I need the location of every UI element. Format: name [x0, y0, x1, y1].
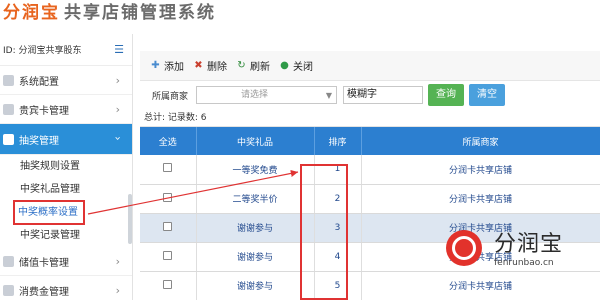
row-checkbox[interactable]: [163, 279, 173, 289]
watermark-url: fenrunbao.cn: [494, 258, 554, 268]
row-checkbox[interactable]: [163, 192, 173, 202]
merchant-filter-label: 所属商家: [152, 91, 189, 102]
sidebar-scrollbar[interactable]: [128, 194, 132, 244]
chevron-right-icon: ›: [115, 284, 120, 297]
brand-main: 分润宝: [3, 3, 60, 23]
wallet-icon: [3, 255, 14, 267]
close-icon: ●: [280, 59, 289, 71]
chevron-right-icon: ›: [115, 255, 120, 268]
submenu-prize-management[interactable]: 中奖礼品管理: [0, 178, 132, 201]
delete-icon: ✖: [194, 59, 203, 71]
gift-header: 中奖礼品: [196, 127, 315, 155]
order-header: 排序: [314, 127, 362, 155]
gift-cell: 谢谢参与: [196, 271, 315, 300]
toolbar: ✚ 添加 ✖ 删除 ↻ 刷新 ● 关闭: [140, 51, 600, 81]
watermark: 分润宝 fenrunbao.cn: [446, 226, 596, 278]
sidebar-item-label: 贵宾卡管理: [19, 105, 69, 117]
chevron-right-icon: ›: [115, 74, 120, 87]
add-icon: ✚: [151, 59, 160, 71]
merchant-select-placeholder: 请选择: [241, 90, 269, 100]
gift-cell: 一等奖免费: [196, 155, 315, 185]
sidebar-item-label: 抽奖管理: [19, 135, 59, 147]
merchant-header: 所属商家: [361, 127, 600, 155]
sidebar-item-consumption-fund[interactable]: 消费金管理 ›: [0, 276, 132, 300]
sidebar-header: ID: 分润宝共享股东 ☰: [0, 34, 132, 66]
merchant-cell: 分润卡共享店铺: [361, 155, 600, 185]
refresh-icon: ↻: [237, 59, 246, 71]
keyword-input[interactable]: 模糊字: [343, 86, 424, 104]
query-button[interactable]: 查询: [428, 84, 465, 106]
clear-button[interactable]: 清空: [469, 84, 506, 106]
card-icon: [3, 103, 14, 115]
filter-bar: 所属商家 请选择 ▼ 模糊字 查询 清空: [140, 81, 600, 109]
delete-button[interactable]: ✖ 删除: [192, 58, 227, 74]
refresh-button[interactable]: ↻ 刷新: [235, 58, 270, 74]
lottery-submenu: 抽奖规则设置 中奖礼品管理 中奖概率设置 中奖记录管理: [0, 155, 132, 247]
table-header-row: 全选 中奖礼品 排序 所属商家: [140, 127, 600, 155]
row-checkbox[interactable]: [163, 163, 173, 173]
gift-cell: 二等奖半价: [196, 184, 315, 214]
order-column-highlight: [300, 164, 348, 300]
user-id-label: ID: 分润宝共享股东: [3, 46, 82, 56]
brand-logo-icon: [446, 230, 482, 266]
submenu-prize-records[interactable]: 中奖记录管理: [0, 224, 132, 247]
close-label: 关闭: [293, 62, 313, 73]
sidebar-item-system-config[interactable]: 系统配置 ›: [0, 66, 132, 95]
submenu-lottery-rules[interactable]: 抽奖规则设置: [0, 155, 132, 178]
gift-cell: 谢谢参与: [196, 213, 315, 243]
sidebar-item-label: 系统配置: [19, 76, 59, 88]
merchant-cell: 分润卡共享店铺: [361, 184, 600, 214]
menu-collapse-icon[interactable]: ☰: [114, 43, 124, 56]
add-label: 添加: [164, 62, 184, 73]
lottery-icon: [3, 133, 14, 145]
brand-subtitle: 共享店铺管理系统: [64, 3, 216, 23]
screen: { "header": { "brand_main": "分润宝", "bran…: [0, 0, 600, 300]
close-button[interactable]: ● 关闭: [278, 58, 313, 74]
sidebar-item-stored-value-card[interactable]: 储值卡管理 ›: [0, 247, 132, 276]
table-row[interactable]: 二等奖半价 2 分润卡共享店铺: [140, 184, 600, 214]
watermark-name: 分润宝: [494, 232, 564, 257]
app-title: 分润宝 共享店铺管理系统: [0, 0, 216, 34]
submenu-probability-settings[interactable]: 中奖概率设置: [13, 200, 85, 225]
chevron-down-icon: ›: [111, 136, 125, 141]
coin-icon: [3, 284, 14, 296]
row-checkbox[interactable]: [163, 221, 173, 231]
select-all-header[interactable]: 全选: [140, 127, 197, 155]
chevron-right-icon: ›: [115, 103, 120, 116]
settings-icon: [3, 74, 14, 86]
sidebar-item-label: 消费金管理: [19, 286, 69, 298]
row-checkbox[interactable]: [163, 250, 173, 260]
add-button[interactable]: ✚ 添加: [149, 58, 184, 74]
merchant-select[interactable]: 请选择 ▼: [196, 86, 338, 104]
chevron-down-icon: ▼: [325, 91, 333, 100]
record-count: 总计: 记录数: 6: [140, 109, 600, 127]
sidebar-item-lottery[interactable]: 抽奖管理 ›: [0, 124, 132, 155]
gift-cell: 谢谢参与: [196, 242, 315, 272]
sidebar-item-vip-card[interactable]: 贵宾卡管理 ›: [0, 95, 132, 124]
sidebar-item-label: 储值卡管理: [19, 257, 69, 269]
table-row[interactable]: 一等奖免费 1 分润卡共享店铺: [140, 155, 600, 185]
refresh-label: 刷新: [250, 62, 270, 73]
sidebar: ID: 分润宝共享股东 ☰ 系统配置 › 贵宾卡管理 › 抽奖管理 › 抽奖规则…: [0, 34, 133, 300]
delete-label: 删除: [207, 62, 227, 73]
